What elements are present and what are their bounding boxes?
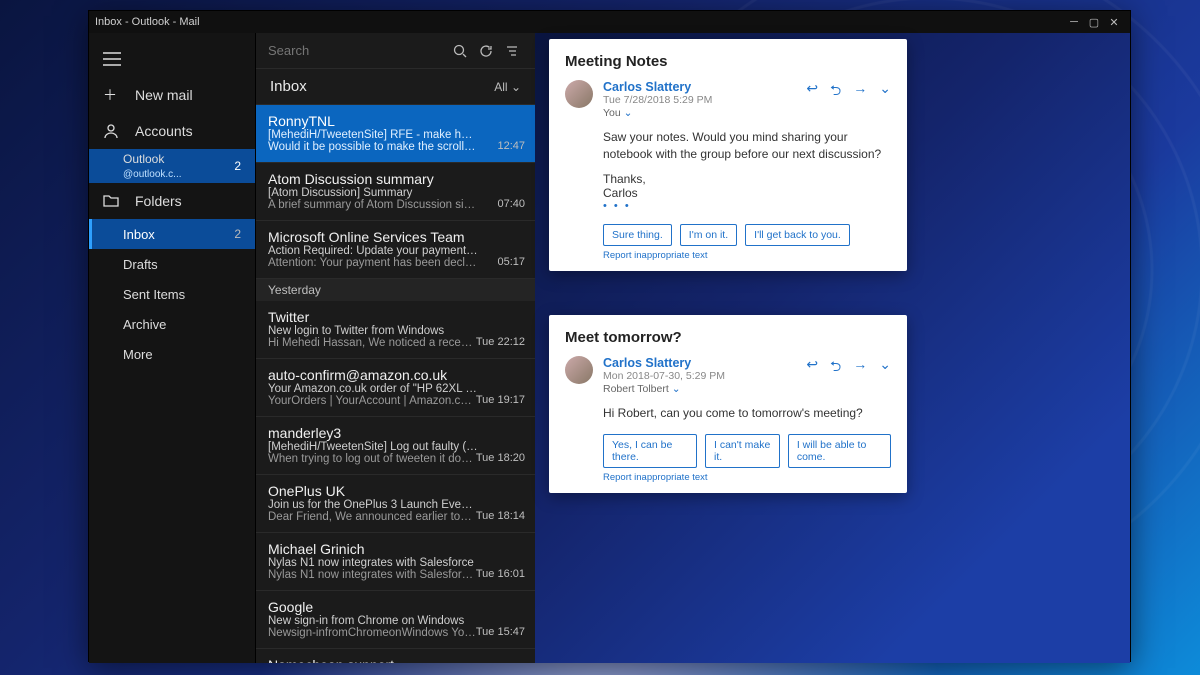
- reply-all-icon[interactable]: ⮌: [830, 356, 841, 380]
- reply-icon[interactable]: ↩: [806, 356, 818, 380]
- folder-more[interactable]: More: [89, 339, 255, 369]
- nav-pane: ＋ New mail Accounts Outlook @outlook.c..…: [89, 33, 255, 663]
- mail-window: Inbox - Outlook - Mail ─ ▢ ✕ ＋ New mail …: [88, 10, 1131, 662]
- message-item[interactable]: GoogleNew sign-in from Chrome on Windows…: [256, 591, 535, 649]
- new-mail-label: New mail: [135, 87, 193, 103]
- suggested-reply[interactable]: I'm on it.: [680, 224, 737, 246]
- avatar: [565, 80, 593, 108]
- date-divider: Yesterday: [256, 279, 535, 301]
- titlebar: Inbox - Outlook - Mail ─ ▢ ✕: [89, 11, 1130, 33]
- reading-pane: Meeting Notes Carlos Slattery Tue 7/28/2…: [535, 33, 1130, 663]
- preview-card-1: Meeting Notes Carlos Slattery Tue 7/28/2…: [549, 39, 907, 271]
- message-item[interactable]: Namecheap supportFINAL NOTICE: Your doma…: [256, 649, 535, 663]
- forward-icon[interactable]: →: [853, 356, 867, 380]
- folder-icon: [103, 194, 121, 208]
- folder-inbox[interactable]: Inbox2: [89, 219, 255, 249]
- suggested-reply[interactable]: I can't make it.: [705, 434, 780, 468]
- suggested-reply[interactable]: Yes, I can be there.: [603, 434, 697, 468]
- search-bar: [256, 33, 535, 69]
- message-item[interactable]: Microsoft Online Services TeamAction Req…: [256, 221, 535, 279]
- suggested-reply[interactable]: Sure thing.: [603, 224, 672, 246]
- chevron-down-icon[interactable]: ⌄: [624, 107, 633, 119]
- message-item[interactable]: Michael GrinichNylas N1 now integrates w…: [256, 533, 535, 591]
- accounts-label: Accounts: [135, 123, 193, 139]
- message-item[interactable]: OnePlus UKJoin us for the OnePlus 3 Laun…: [256, 475, 535, 533]
- message-item[interactable]: RonnyTNL[MehediH/TweetenSite] RFE - make…: [256, 105, 535, 163]
- search-icon[interactable]: [453, 44, 471, 58]
- list-header: Inbox All ⌄: [256, 69, 535, 105]
- sender-name: Carlos Slattery: [603, 80, 712, 94]
- chevron-down-icon[interactable]: ⌄: [672, 383, 681, 395]
- window-title: Inbox - Outlook - Mail: [95, 16, 1064, 28]
- chevron-down-icon[interactable]: ⌄: [879, 356, 891, 380]
- list-title: Inbox: [270, 78, 307, 95]
- folders-button[interactable]: Folders: [89, 183, 255, 219]
- suggested-reply[interactable]: I'll get back to you.: [745, 224, 850, 246]
- account-email: @outlook.c...: [123, 169, 182, 180]
- report-link[interactable]: Report inappropriate text: [603, 250, 891, 261]
- maximize-button[interactable]: ▢: [1084, 16, 1104, 29]
- plus-icon: ＋: [103, 85, 121, 105]
- folders-label: Folders: [135, 193, 182, 209]
- account-name: Outlook: [123, 152, 182, 166]
- recipient: Robert Tolbert: [603, 383, 669, 395]
- search-input[interactable]: [268, 43, 445, 58]
- reply-all-icon[interactable]: ⮌: [830, 80, 841, 104]
- card-title: Meet tomorrow?: [565, 329, 891, 346]
- close-button[interactable]: ✕: [1104, 16, 1124, 29]
- hamburger-button[interactable]: [89, 41, 255, 77]
- suggested-reply[interactable]: I will be able to come.: [788, 434, 891, 468]
- chevron-down-icon[interactable]: ⌄: [879, 80, 891, 104]
- forward-icon[interactable]: →: [853, 80, 867, 104]
- card-title: Meeting Notes: [565, 53, 891, 70]
- sent-date: Tue 7/28/2018 5:29 PM: [603, 94, 712, 106]
- refresh-icon[interactable]: [479, 44, 497, 58]
- recipient: You: [603, 107, 621, 119]
- chevron-down-icon: ⌄: [511, 80, 521, 94]
- person-icon: [103, 123, 121, 139]
- folder-sent-items[interactable]: Sent Items: [89, 279, 255, 309]
- message-list-pane: Inbox All ⌄ RonnyTNL[MehediH/TweetenSite…: [255, 33, 535, 663]
- filter-dropdown[interactable]: All ⌄: [494, 80, 521, 94]
- message-item[interactable]: manderley3[MehediH/TweetenSite] Log out …: [256, 417, 535, 475]
- expand-dots[interactable]: • • •: [603, 200, 891, 212]
- report-link[interactable]: Report inappropriate text: [603, 472, 891, 483]
- reply-icon[interactable]: ↩: [806, 80, 818, 104]
- folder-archive[interactable]: Archive: [89, 309, 255, 339]
- new-mail-button[interactable]: ＋ New mail: [89, 77, 255, 113]
- message-item[interactable]: TwitterNew login to Twitter from Windows…: [256, 301, 535, 359]
- sender-name: Carlos Slattery: [603, 356, 725, 370]
- sent-date: Mon 2018-07-30, 5:29 PM: [603, 370, 725, 382]
- accounts-button[interactable]: Accounts: [89, 113, 255, 149]
- avatar: [565, 356, 593, 384]
- preview-card-2: Meet tomorrow? Carlos Slattery Mon 2018-…: [549, 315, 907, 493]
- account-count: 2: [234, 159, 241, 173]
- message-item[interactable]: auto-confirm@amazon.co.ukYour Amazon.co.…: [256, 359, 535, 417]
- message-body: Saw your notes. Would you mind sharing y…: [603, 129, 891, 164]
- message-body: Hi Robert, can you come to tomorrow's me…: [603, 405, 891, 422]
- account-outlook[interactable]: Outlook @outlook.c... 2: [89, 149, 255, 183]
- menu-icon: [103, 52, 121, 66]
- message-item[interactable]: Atom Discussion summary[Atom Discussion]…: [256, 163, 535, 221]
- folder-drafts[interactable]: Drafts: [89, 249, 255, 279]
- filter-icon[interactable]: [505, 44, 523, 58]
- minimize-button[interactable]: ─: [1064, 16, 1084, 28]
